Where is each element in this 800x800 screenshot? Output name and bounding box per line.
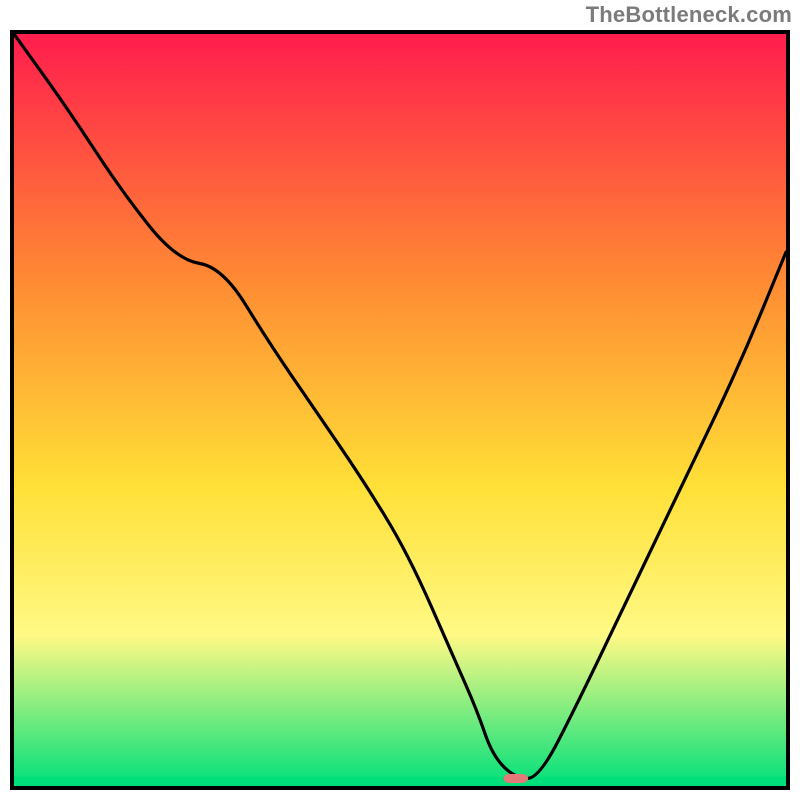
minimum-marker xyxy=(503,774,528,783)
bottleneck-chart-svg xyxy=(0,0,800,800)
green-band xyxy=(14,777,786,786)
chart-container: TheBottleneck.com xyxy=(0,0,800,800)
plot-background xyxy=(14,34,786,786)
watermark-label: TheBottleneck.com xyxy=(586,2,792,28)
